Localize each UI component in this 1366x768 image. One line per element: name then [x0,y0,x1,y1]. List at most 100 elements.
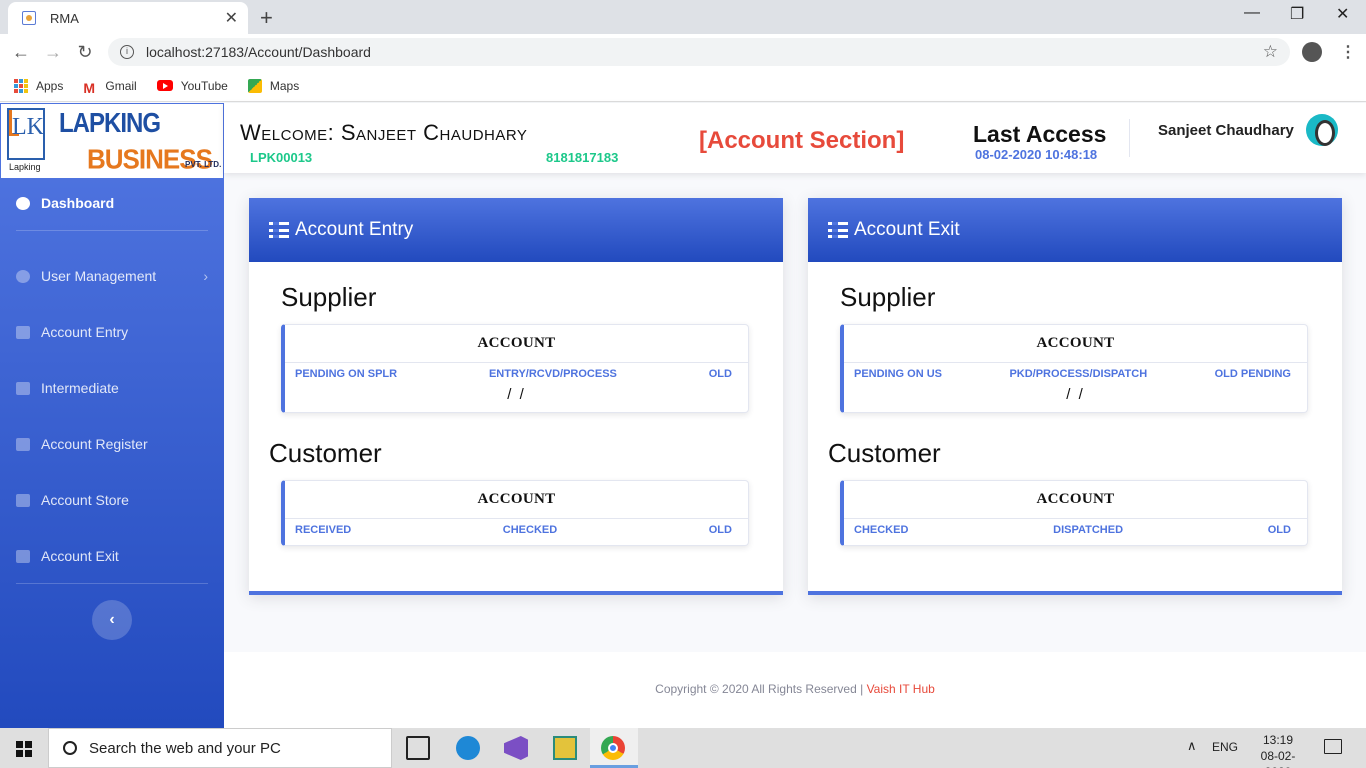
sidebar-item-user-management[interactable]: User Management › [16,268,208,284]
new-tab-button[interactable]: + [260,5,273,31]
browser-tab[interactable]: RMA ✕ [8,2,248,34]
bookmark-maps[interactable]: Maps [247,78,299,93]
sidebar-item-dashboard[interactable]: Dashboard [16,195,208,211]
sidebar-item-label: User Management [41,268,157,284]
bookmark-star-icon[interactable]: ☆ [1263,42,1278,62]
card-title: Account Exit [854,219,960,240]
topbar: Welcome: Sanjeet Chaudhary LPK00013 8181… [224,103,1366,173]
table-icon [16,549,30,563]
column-old[interactable]: OLD [709,524,732,536]
apps-grid-icon [14,78,28,93]
visual-studio-icon[interactable] [504,736,528,760]
brand-logo[interactable]: LK Lapking LAPKING BUSINESS PVT. LTD. [0,103,224,179]
tab-title: RMA [50,10,79,26]
last-access-label: Last Access [973,121,1107,147]
clock-date: 08-02-2020 [1260,749,1296,768]
panel-value: / / [1066,386,1085,403]
sidebar-item-account-exit[interactable]: Account Exit [16,548,208,564]
minimize-icon[interactable]: — [1244,4,1260,22]
forward-icon[interactable]: → [42,42,64,63]
page-favicon-icon [22,11,36,25]
taskbar-search-input[interactable]: Search the web and your PC [48,728,392,768]
sidebar-item-label: Account Exit [41,548,119,564]
column-old[interactable]: OLD [709,368,732,380]
reload-icon[interactable]: ↻ [74,42,96,63]
supplier-heading: Supplier [281,282,377,312]
url-input[interactable]: i localhost:27183/Account/Dashboard ☆ [108,38,1290,66]
close-tab-icon[interactable]: ✕ [225,8,238,28]
card-title: Account Entry [295,219,414,240]
url-text: localhost:27183/Account/Dashboard [146,44,371,60]
briefcase-icon [16,493,30,507]
chevron-right-icon: › [203,268,208,284]
sidebar-toggle-button[interactable]: ‹ [92,600,132,640]
brand-name-line3: PVT. LTD. [185,160,222,169]
column-pending-on-splr[interactable]: PENDING ON SPLR [295,368,397,380]
restore-icon[interactable]: ❐ [1290,4,1304,24]
clock-time: 13:19 [1262,733,1294,747]
bookmark-gmail[interactable]: M Gmail [83,79,136,96]
back-icon[interactable]: ← [10,42,32,63]
app-root: LK Lapking LAPKING BUSINESS PVT. LTD. Da… [0,103,1366,728]
close-window-icon[interactable]: ✕ [1336,4,1349,24]
panel-value: / / [507,386,526,403]
column-pkd-process-dispatch[interactable]: PKD/PROCESS/DISPATCH [1009,368,1147,380]
maps-icon [247,78,262,93]
column-dispatched[interactable]: DISPATCHED [1053,524,1123,536]
list-icon [269,222,289,238]
account-entry-card: Account Entry Supplier ACCOUNT PENDING O… [249,198,783,595]
profile-icon[interactable] [1302,42,1322,62]
bookmark-youtube[interactable]: YouTube [156,79,228,93]
clock[interactable]: 13:19 08-02-2020 [1250,732,1306,768]
sidebar-item-intermediate[interactable]: Intermediate [16,380,208,396]
column-checked[interactable]: CHECKED [854,524,908,536]
edge-icon[interactable] [456,736,480,760]
panel-heading: ACCOUNT [844,481,1307,519]
customer-account-panel: ACCOUNT CHECKED DISPATCHED OLD [840,480,1308,546]
avatar[interactable] [1306,114,1338,146]
list-icon [828,222,848,238]
notification-icon[interactable] [1324,739,1342,754]
column-pending-on-us[interactable]: PENDING ON US [854,368,942,380]
chevron-up-icon[interactable]: ∧ [1187,738,1197,754]
task-view-icon[interactable] [406,736,430,760]
panel-heading: ACCOUNT [285,481,748,519]
site-info-icon[interactable]: i [120,45,134,59]
sidebar-item-label: Account Store [41,492,129,508]
card-header: Account Exit [808,198,1342,262]
bookmarks-bar: Apps M Gmail YouTube Maps [0,70,1366,102]
lk-logo-icon: LK [7,108,45,160]
gmail-icon: M [83,79,96,96]
user-code: LPK00013 [250,150,313,165]
logo-caption: Lapking [9,162,41,172]
sidebar-item-account-store[interactable]: Account Store [16,492,208,508]
youtube-icon [156,80,173,91]
column-old-pending[interactable]: OLD PENDING [1215,368,1291,380]
language-indicator[interactable]: ENG [1212,740,1238,754]
sidebar-item-label: Intermediate [41,380,119,396]
chrome-icon[interactable] [601,736,625,760]
brand-name-line1: LAPKING [59,107,161,139]
panel-heading: ACCOUNT [844,325,1307,363]
bookmark-label: Apps [36,78,64,93]
user-menu-name[interactable]: Sanjeet Chaudhary [1158,122,1294,139]
app-icon[interactable] [553,736,577,760]
tachometer-icon [16,196,30,210]
footer-link[interactable]: Vaish IT Hub [867,682,935,696]
column-received[interactable]: RECEIVED [295,524,351,536]
sidebar-item-account-entry[interactable]: Account Entry [16,324,208,340]
search-placeholder: Search the web and your PC [89,739,281,757]
sidebar: LK Lapking LAPKING BUSINESS PVT. LTD. Da… [0,103,224,728]
sidebar-divider [16,230,208,231]
sidebar-item-account-register[interactable]: Account Register [16,436,208,452]
windows-start-icon[interactable] [16,741,32,757]
column-entry-rcvd-process[interactable]: ENTRY/RCVD/PROCESS [489,368,617,380]
bookmark-apps[interactable]: Apps [14,78,64,93]
card-header: Account Entry [249,198,783,262]
column-checked[interactable]: CHECKED [503,524,557,536]
table-icon [16,437,30,451]
copyright-text: Copyright © 2020 All Rights Reserved | [655,682,867,696]
browser-menu-icon[interactable]: ⋮ [1340,42,1356,62]
sidebar-divider [16,583,208,584]
column-old[interactable]: OLD [1268,524,1291,536]
